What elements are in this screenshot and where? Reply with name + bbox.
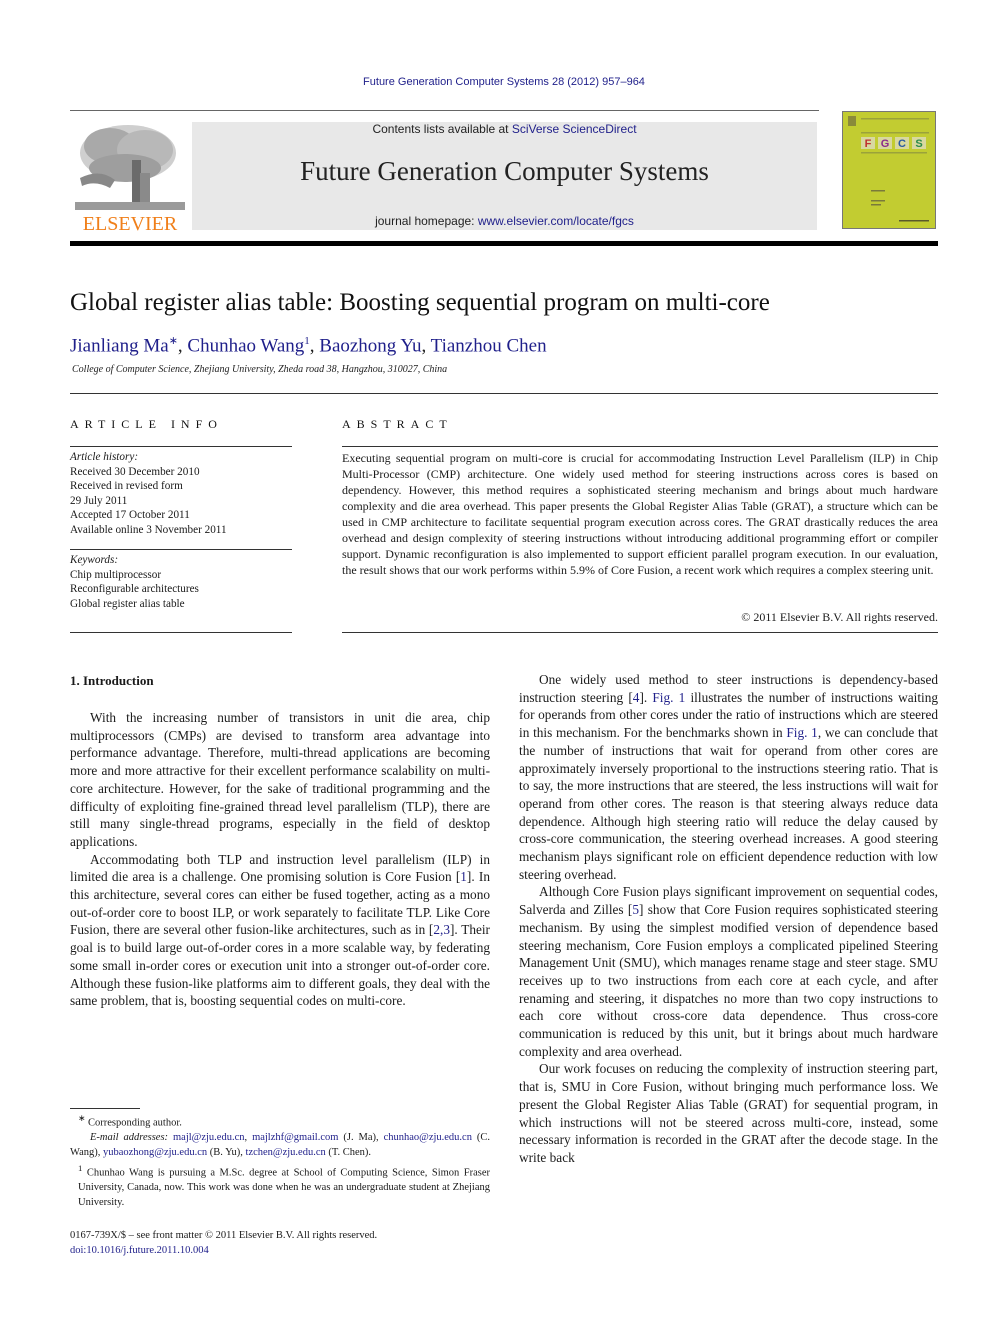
svg-text:F: F <box>865 138 872 150</box>
doi-link[interactable]: doi:10.1016/j.future.2011.10.004 <box>70 1244 490 1259</box>
paragraph-text: ] show that Core Fusion requires sophist… <box>519 902 938 1059</box>
section-heading: 1. Introduction <box>70 673 154 688</box>
elsevier-tree-icon: ELSEVIER <box>75 125 185 235</box>
email-link[interactable]: majlzhf@gmail.com <box>252 1132 338 1143</box>
body-column-left: With the increasing number of transistor… <box>70 709 490 1010</box>
paragraph: One widely used method to steer instruct… <box>519 671 938 883</box>
history-item: Received 30 December 2010 <box>70 465 200 478</box>
keywords-label: Keywords: <box>70 554 119 566</box>
email-owner: , <box>244 1132 253 1144</box>
keywords: Keywords: Chip multiprocessor Reconfigur… <box>70 553 292 611</box>
keyword: Chip multiprocessor <box>70 568 162 581</box>
history-item: Accepted 17 October 2011 <box>70 509 190 521</box>
front-matter: 0167-739X/$ – see front matter © 2011 El… <box>70 1229 490 1259</box>
sciencedirect-link[interactable]: SciVerse ScienceDirect <box>512 122 637 136</box>
divider <box>342 446 938 447</box>
author-link[interactable]: Baozhong Yu <box>319 335 421 356</box>
svg-text:S: S <box>915 138 922 150</box>
email-link[interactable]: majl@zju.edu.cn <box>173 1132 244 1143</box>
paragraph: With the increasing number of transistor… <box>70 709 490 851</box>
footnote-mark: 1 <box>78 1162 83 1173</box>
divider <box>70 549 292 550</box>
paragraph: Accommodating both TLP and instruction l… <box>70 851 490 1010</box>
paragraph-text: Our work focuses on reducing the complex… <box>519 1061 938 1165</box>
divider <box>342 632 938 633</box>
svg-text:C: C <box>898 138 906 150</box>
citation-link[interactable]: 1 <box>460 869 467 884</box>
paragraph: Our work focuses on reducing the complex… <box>519 1060 938 1166</box>
author-list: Jianliang Ma∗, Chunhao Wang1, Baozhong Y… <box>70 335 547 357</box>
paragraph-text: , we can conclude that the number of ins… <box>519 725 938 882</box>
article-history: Article history: Received 30 December 20… <box>70 450 292 537</box>
elsevier-wordmark: ELSEVIER <box>83 213 178 233</box>
email-owner: (B. Yu), <box>207 1147 246 1159</box>
history-item: Available online 3 November 2011 <box>70 523 227 536</box>
cover-art-icon: F G C S <box>848 116 929 222</box>
history-label: Article history: <box>70 451 139 463</box>
abstract-heading: ABSTRACT <box>342 417 453 431</box>
corresponding-author-note: Corresponding author. <box>87 1117 182 1129</box>
journal-title: Future Generation Computer Systems <box>300 156 709 186</box>
author-mark[interactable]: ∗ <box>169 335 178 347</box>
header-rule <box>70 110 819 111</box>
paragraph: Although Core Fusion plays significant i… <box>519 883 938 1060</box>
paragraph-text: ]. <box>639 689 653 705</box>
body-column-right: One widely used method to steer instruct… <box>519 671 938 1167</box>
paper-title: Global register alias table: Boosting se… <box>70 289 770 316</box>
footnote-text: Chunhao Wang is pursuing a M.Sc. degree … <box>78 1167 490 1208</box>
email-owner: (T. Chen). <box>325 1147 372 1159</box>
elsevier-logo[interactable]: ELSEVIER <box>70 118 190 235</box>
paragraph-text: Accommodating both TLP and instruction l… <box>70 851 490 885</box>
citation-link[interactable]: Fig. 1 <box>652 690 685 705</box>
journal-homepage-link[interactable]: www.elsevier.com/locate/fgcs <box>478 214 634 228</box>
affiliation: College of Computer Science, Zhejiang Un… <box>72 364 448 375</box>
journal-banner: Contents lists available at SciVerse Sci… <box>192 122 817 230</box>
email-link[interactable]: yubaozhong@zju.edu.cn <box>103 1147 207 1158</box>
email-link[interactable]: tzchen@zju.edu.cn <box>246 1147 326 1158</box>
email-owner: (J. Ma), <box>338 1132 384 1144</box>
journal-reference[interactable]: Future Generation Computer Systems 28 (2… <box>0 76 992 88</box>
abstract-text: Executing sequential program on multi-co… <box>342 451 938 577</box>
homepage-line: journal homepage: www.elsevier.com/locat… <box>375 214 634 228</box>
issn-line: 0167-739X/$ – see front matter © 2011 El… <box>70 1230 378 1241</box>
author-link[interactable]: Jianliang Ma <box>70 335 169 356</box>
email-link[interactable]: chunhao@zju.edu.cn <box>384 1132 472 1143</box>
footnote-rule <box>70 1108 140 1109</box>
divider <box>70 446 292 447</box>
author-link[interactable]: Tianzhou Chen <box>431 335 547 356</box>
header-thick-rule <box>70 241 938 246</box>
copyright-notice: © 2011 Elsevier B.V. All rights reserved… <box>741 610 938 624</box>
article-info-heading: ARTICLE INFO <box>70 417 223 431</box>
footnote-mark: ∗ <box>78 1113 86 1123</box>
history-item: 29 July 2011 <box>70 494 128 507</box>
journal-cover-thumbnail[interactable]: F G C S <box>842 111 936 229</box>
author-link[interactable]: Chunhao Wang <box>187 335 304 356</box>
footnotes: ∗ Corresponding author. E-mail addresses… <box>70 1111 490 1211</box>
history-item: Received in revised form <box>70 480 183 492</box>
divider <box>70 632 292 633</box>
keyword: Reconfigurable architectures <box>70 583 199 595</box>
email-addresses: E-mail addresses: majl@zju.edu.cn, majlz… <box>70 1132 491 1159</box>
keyword: Global register alias table <box>70 597 185 610</box>
divider <box>70 393 938 394</box>
svg-text:G: G <box>881 138 890 150</box>
paragraph-text: With the increasing number of transistor… <box>70 710 490 849</box>
contents-line: Contents lists available at SciVerse Sci… <box>372 122 637 136</box>
citation-link[interactable]: Fig. 1 <box>786 725 817 740</box>
citation-link[interactable]: 2,3 <box>433 922 450 937</box>
